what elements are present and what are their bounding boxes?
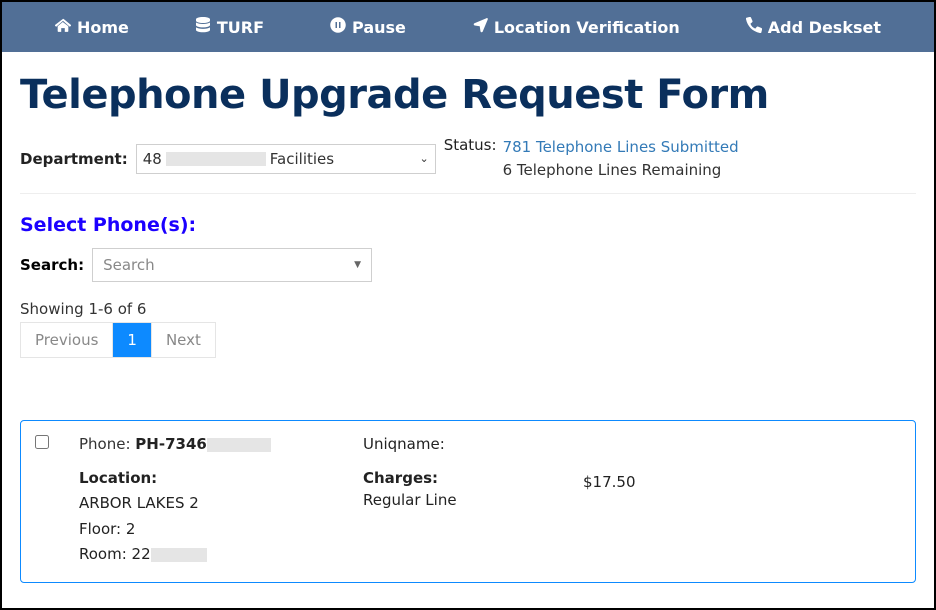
showing-count: Showing 1-6 of 6 [20,300,916,318]
pager-page-1[interactable]: 1 [113,323,152,357]
location-floor: Floor: 2 [79,517,339,543]
department-value-prefix: 48 [143,150,162,168]
pause-icon [330,17,346,37]
search-placeholder: Search [103,256,155,274]
chevron-down-icon: ⌄ [419,152,428,165]
nav-locver-label: Location Verification [494,18,680,37]
home-icon [55,17,71,37]
location-name: ARBOR LAKES 2 [79,491,339,517]
charges-label: Charges: [363,469,583,487]
pager-prev[interactable]: Previous [21,323,113,357]
department-label: Department: [20,150,128,168]
page-title: Telephone Upgrade Request Form [20,72,916,118]
database-icon [195,17,211,37]
phone-select-checkbox[interactable] [35,435,49,449]
phone-card: Phone: PH-7346 Location: ARBOR LAKES 2 F… [20,420,916,583]
search-label: Search: [20,256,84,274]
phone-label: Phone: [79,435,135,453]
department-select[interactable]: 48 Facilities ⌄ [136,144,436,174]
nav-add-deskset-label: Add Deskset [768,18,881,37]
status-remaining: 6 Telephone Lines Remaining [503,159,739,182]
nav-location-verification[interactable]: Location Verification [472,17,680,37]
phone-icon [746,17,762,37]
uniqname-label: Uniqname: [363,435,583,453]
charge-amount: $17.50 [583,473,703,491]
status-submitted-link[interactable]: 781 Telephone Lines Submitted [503,136,739,159]
department-value-suffix: Facilities [270,150,334,168]
nav-home[interactable]: Home [55,17,129,37]
phone-value: PH-7346 [135,435,207,453]
location-room: Room: 22 [79,545,151,563]
nav-pause[interactable]: Pause [330,17,406,37]
charge-name: Regular Line [363,491,583,509]
select-phones-heading: Select Phone(s): [20,214,916,236]
redacted-block [166,152,266,166]
nav-turf-label: TURF [217,18,264,37]
pager: Previous 1 Next [20,322,216,358]
nav-pause-label: Pause [352,18,406,37]
redacted-block [207,438,271,452]
location-label: Location: [79,469,339,487]
location-arrow-icon [472,17,488,37]
nav-home-label: Home [77,18,129,37]
nav-add-deskset[interactable]: Add Deskset [746,17,881,37]
department-status-row: Department: 48 Facilities ⌄ Status: 781 … [20,136,916,194]
redacted-block [151,548,207,562]
search-input[interactable]: Search ▼ [92,248,372,282]
nav-turf[interactable]: TURF [195,17,264,37]
topbar: Home TURF Pause Location Verification Ad… [2,2,934,52]
status-label: Status: [444,136,497,154]
dropdown-caret-icon: ▼ [354,260,361,270]
pager-next[interactable]: Next [152,323,215,357]
